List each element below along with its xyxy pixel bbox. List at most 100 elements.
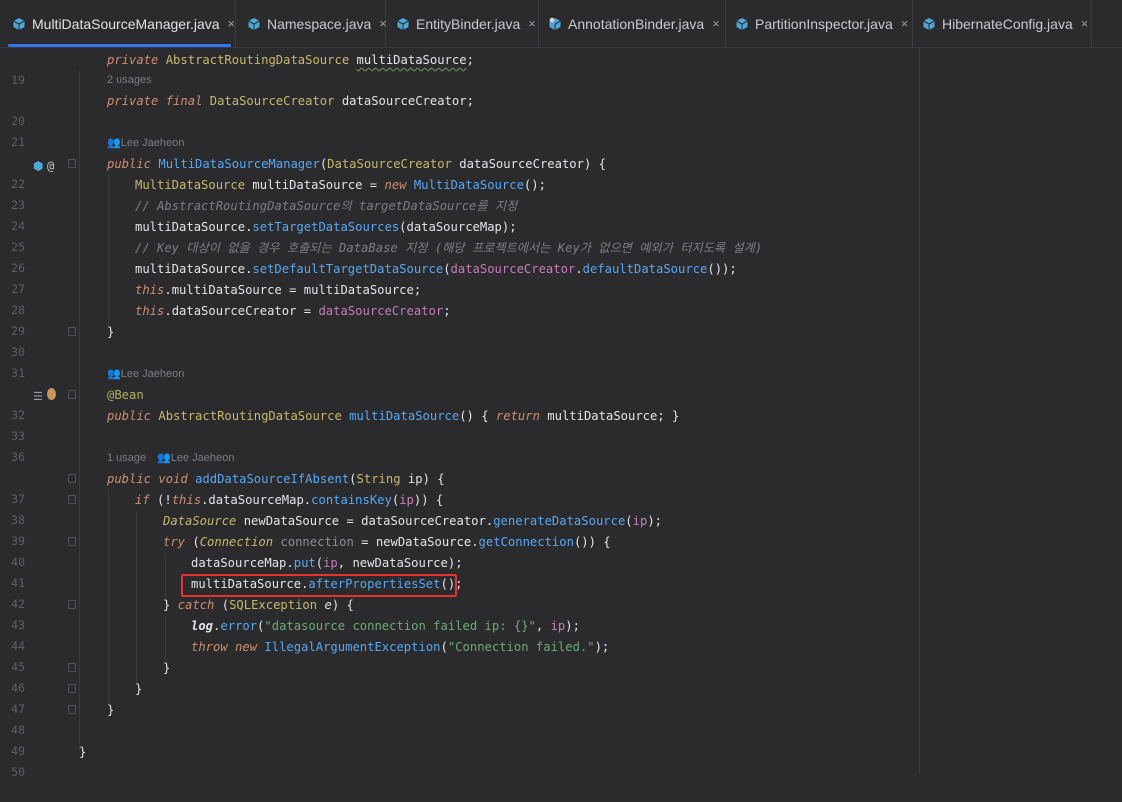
token-type: Connection	[199, 535, 274, 549]
token-punct: );	[647, 514, 663, 528]
token-punct: =	[353, 535, 376, 549]
code-line[interactable]: 36	[0, 427, 919, 464]
fold-icon[interactable]	[68, 684, 76, 693]
code-line[interactable]: 29 this.dataSourceCreator = dataSourceCr…	[0, 301, 919, 338]
author-hint[interactable]: 👥Lee Jaeheon	[157, 448, 234, 469]
token-method: IllegalArgumentException	[264, 640, 441, 654]
token-string: "Connection failed."	[447, 640, 595, 654]
author-hint[interactable]: 👥Lee Jaeheon	[107, 133, 184, 154]
close-icon[interactable]: ×	[228, 16, 236, 31]
spring-bean-icon[interactable]	[47, 388, 56, 400]
close-icon[interactable]: ×	[379, 16, 387, 31]
code-line[interactable]: 38 if (!this.dataSourceMap.containsKey(i…	[0, 490, 919, 527]
tab-hibernateconfig[interactable]: HibernateConfig.java ×	[914, 0, 1092, 47]
close-icon[interactable]: ×	[1081, 16, 1089, 31]
fold-icon[interactable]	[68, 663, 76, 672]
code-line[interactable]: 25 multiDataSource.setTargetDataSources(…	[0, 217, 919, 254]
token-punct: ; }	[657, 409, 680, 423]
fold-icon[interactable]	[68, 474, 76, 483]
code-line[interactable]: 26 // Key 대상이 없을 경우 호출되는 DataBase 지정 (해당…	[0, 238, 919, 275]
code-line[interactable]: 49	[0, 721, 919, 758]
token-type: DataSourceCreator	[209, 94, 335, 108]
fold-icon[interactable]	[68, 705, 76, 714]
token-keyword: public	[107, 472, 152, 486]
code-line[interactable]: 47 }	[0, 679, 919, 716]
token-punct: ()) {	[573, 535, 611, 549]
code-line[interactable]: 37 public void addDataSourceIfAbsent(Str…	[0, 469, 919, 506]
code-line[interactable]: 31	[0, 343, 919, 380]
close-icon[interactable]: ×	[901, 16, 909, 31]
code-line[interactable]: 48 }	[0, 700, 919, 737]
code-line[interactable]: 40 try (Connection connection = newDataS…	[0, 532, 919, 569]
autowired-at-icon[interactable]: @	[47, 156, 54, 176]
fold-icon[interactable]	[68, 327, 76, 336]
code-line[interactable]: 39 DataSource newDataSource = dataSource…	[0, 511, 919, 548]
code-line[interactable]: 28 this.multiDataSource = multiDataSourc…	[0, 280, 919, 317]
token-keyword: new	[235, 640, 258, 654]
tab-label: MultiDataSourceManager.java	[32, 15, 220, 32]
code-line[interactable]: 24 // AbstractRoutingDataSource의 targetD…	[0, 196, 919, 233]
token-punct: )) {	[413, 493, 444, 507]
token-keyword: new	[384, 178, 407, 192]
token-method: getConnection	[478, 535, 574, 549]
code-line[interactable]: 50 }	[0, 742, 919, 779]
token-param: ip	[550, 619, 566, 633]
token-keyword: void	[158, 472, 188, 486]
code-line[interactable]: 19 private AbstractRoutingDataSource mul…	[0, 50, 919, 87]
tab-multidatasourcemanager[interactable]: MultiDataSourceManager.java ×	[4, 0, 236, 47]
token-type: AbstractRoutingDataSource	[158, 409, 342, 423]
fold-icon[interactable]	[68, 600, 76, 609]
tab-label: Namespace.java	[267, 15, 372, 32]
close-icon[interactable]: ×	[528, 16, 536, 31]
close-icon[interactable]: ×	[712, 16, 720, 31]
tab-partitioninspector[interactable]: PartitionInspector.java ×	[727, 0, 913, 47]
code-line[interactable]: 20 private final DataSourceCreator dataS…	[0, 91, 919, 128]
code-line[interactable]: 51	[0, 762, 919, 773]
code-line[interactable]: 21	[0, 112, 919, 149]
code-line[interactable]: 42 multiDataSource.afterPropertiesSet();	[0, 574, 919, 611]
code-line[interactable]: 30 }	[0, 322, 919, 359]
inlay-hint[interactable]: 👥Lee Jaeheon	[0, 364, 919, 385]
code-text: throw new IllegalArgumentException("Conn…	[191, 637, 609, 657]
fold-icon[interactable]	[68, 495, 76, 504]
bean-navigation-icon[interactable]: ☰	[33, 387, 43, 407]
token-punct: ) {	[331, 598, 354, 612]
inlay-hint[interactable]: 2 usages	[0, 70, 919, 91]
code-line[interactable]: 23 MultiDataSource multiDataSource = new…	[0, 175, 919, 212]
token-keyword: private	[107, 53, 159, 67]
inlay-hint[interactable]: 👥Lee Jaeheon	[0, 133, 919, 154]
code-line[interactable]: 43 } catch (SQLException e) {	[0, 595, 919, 632]
code-line[interactable]: 46 }	[0, 658, 919, 695]
token-punct: ,	[337, 556, 353, 570]
token-punct: (	[349, 472, 357, 486]
implementation-icon[interactable]: ⬢	[33, 156, 43, 176]
token-var-unused: connection	[280, 535, 354, 549]
usages-hint[interactable]: 1 usage	[107, 448, 146, 469]
usages-hint[interactable]: 2 usages	[107, 70, 152, 91]
code-line[interactable]: 45 throw new IllegalArgumentException("C…	[0, 637, 919, 674]
tab-namespace[interactable]: Namespace.java ×	[239, 0, 387, 47]
token-field: multiDataSource	[547, 409, 658, 423]
token-field: dataSourceCreator	[450, 262, 576, 276]
inlay-hint[interactable]: 1 usage 👥Lee Jaeheon	[0, 448, 919, 469]
fold-icon[interactable]	[68, 537, 76, 546]
code-line[interactable]: 22 ⬢ @ public MultiDataSourceManager(Dat…	[0, 154, 919, 191]
token-type: String	[356, 472, 401, 486]
fold-icon[interactable]	[68, 159, 76, 168]
token-keyword: this	[135, 283, 165, 297]
code-line[interactable]: 33 public AbstractRoutingDataSource mult…	[0, 406, 919, 443]
code-line[interactable]: 27 multiDataSource.setDefaultTargetDataS…	[0, 259, 919, 296]
token-punct: }	[163, 598, 178, 612]
tab-annotationbinder[interactable]: AnnotationBinder.java ×	[540, 0, 726, 47]
token-method: setDefaultTargetDataSource	[252, 262, 444, 276]
token-keyword: try	[163, 535, 186, 549]
tab-entitybinder[interactable]: EntityBinder.java ×	[388, 0, 539, 47]
author-hint[interactable]: 👥Lee Jaeheon	[107, 364, 184, 385]
code-line[interactable]: 32 ☰ @Bean	[0, 385, 919, 422]
token-punct: );	[447, 556, 463, 570]
code-line[interactable]: 44 log.error("datasource connection fail…	[0, 616, 919, 653]
java-class-icon	[548, 17, 562, 31]
code-line[interactable]: 41 dataSourceMap.put(ip, newDataSource);	[0, 553, 919, 590]
fold-icon[interactable]	[68, 390, 76, 399]
